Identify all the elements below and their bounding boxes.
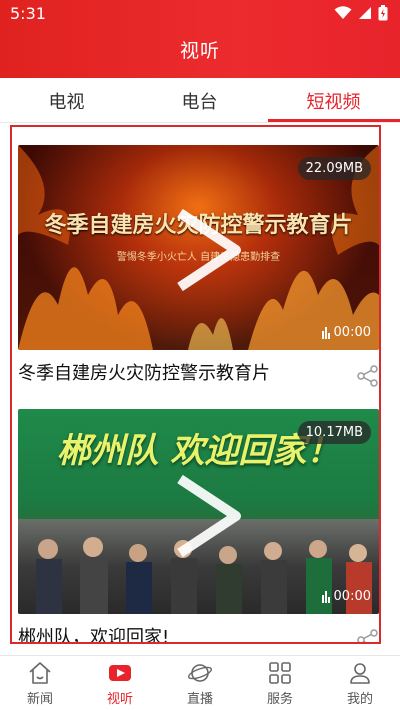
video-play-icon bbox=[109, 665, 131, 681]
video-card[interactable]: 郴州队 欢迎回家！ 10.17MB 00:00 郴州队，欢迎回家! bbox=[18, 409, 379, 644]
status-time: 5:31 bbox=[10, 4, 46, 23]
user-icon bbox=[350, 663, 370, 684]
video-card[interactable]: 冬季自建房火灾防控警示教育片 警惕冬季小火亡人 自建房隐患勤排查 22.09MB… bbox=[18, 145, 379, 395]
duration-text: 00:00 bbox=[333, 325, 371, 340]
tab-tv[interactable]: 电视 bbox=[0, 88, 133, 114]
bottom-navigation: 新闻 视听 直播 服务 我的 bbox=[0, 655, 400, 710]
planet-icon bbox=[187, 664, 213, 682]
audio-bars-icon bbox=[321, 590, 330, 603]
nav-services[interactable]: 服务 bbox=[240, 660, 320, 707]
page-title: 视听 bbox=[179, 40, 220, 62]
home-icon bbox=[29, 662, 51, 684]
nav-label: 新闻 bbox=[26, 692, 53, 707]
video-title[interactable]: 冬季自建房火灾防控警示教育片 bbox=[18, 359, 270, 385]
status-bar: 5:31 bbox=[0, 0, 400, 28]
video-list[interactable]: 冬季自建房火灾防控警示教育片 警惕冬季小火亡人 自建房隐患勤排查 22.09MB… bbox=[10, 125, 381, 644]
status-icons bbox=[334, 5, 388, 21]
tab-bar: 电视 电台 短视频 bbox=[0, 78, 400, 123]
audio-bars-icon bbox=[321, 326, 330, 339]
nav-label: 视听 bbox=[106, 692, 133, 707]
app-header: 5:31 视听 bbox=[0, 0, 400, 78]
video-duration: 00:00 bbox=[321, 589, 371, 604]
duration-text: 00:00 bbox=[333, 589, 371, 604]
video-duration: 00:00 bbox=[321, 325, 371, 340]
share-icon[interactable] bbox=[357, 629, 379, 644]
file-size-badge: 10.17MB bbox=[297, 421, 371, 444]
file-size-badge: 22.09MB bbox=[297, 157, 371, 180]
tab-radio[interactable]: 电台 bbox=[133, 88, 266, 114]
nav-profile[interactable]: 我的 bbox=[320, 660, 400, 707]
share-icon[interactable] bbox=[357, 365, 379, 387]
nav-news[interactable]: 新闻 bbox=[0, 660, 80, 707]
nav-label: 直播 bbox=[186, 692, 213, 707]
video-thumbnail[interactable]: 郴州队 欢迎回家！ 10.17MB 00:00 bbox=[18, 409, 379, 614]
signal-icon bbox=[359, 7, 371, 19]
video-title[interactable]: 郴州队，欢迎回家! bbox=[18, 623, 169, 642]
tab-short-video[interactable]: 短视频 bbox=[267, 88, 400, 114]
nav-label: 服务 bbox=[266, 692, 293, 707]
video-thumbnail[interactable]: 冬季自建房火灾防控警示教育片 警惕冬季小火亡人 自建房隐患勤排查 22.09MB… bbox=[18, 145, 379, 350]
wifi-icon bbox=[334, 6, 352, 19]
active-tab-indicator bbox=[268, 119, 400, 122]
grid-icon bbox=[269, 662, 291, 684]
nav-live[interactable]: 直播 bbox=[160, 660, 240, 707]
play-icon[interactable] bbox=[168, 205, 248, 295]
nav-label: 我的 bbox=[346, 692, 373, 707]
nav-audiovisual[interactable]: 视听 bbox=[80, 660, 160, 707]
battery-icon bbox=[378, 5, 388, 21]
app-screen: 5:31 视听 电视 电台 短视频 冬季自建房火灾防控警示教育片 警惕冬季小火亡… bbox=[0, 0, 400, 710]
play-icon[interactable] bbox=[168, 471, 248, 561]
